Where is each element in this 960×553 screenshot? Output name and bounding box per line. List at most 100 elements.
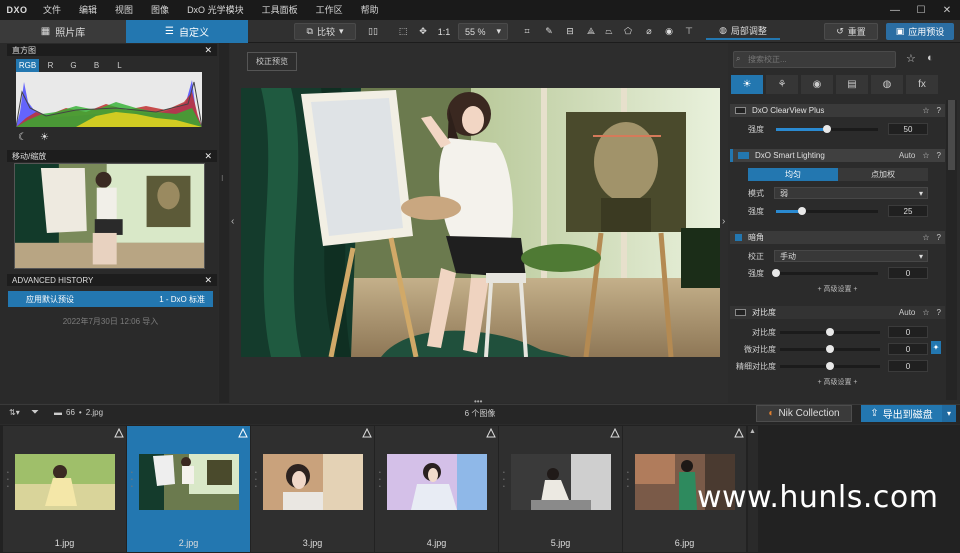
right-scroll-thumb[interactable] xyxy=(948,100,955,170)
smart-lighting-intensity-value[interactable]: 25 xyxy=(888,205,928,217)
tab-spot-weighted[interactable]: 点加权 xyxy=(838,168,928,181)
minimize-icon[interactable]: — xyxy=(882,0,908,20)
contrast-header[interactable]: 对比度 Auto ☆? xyxy=(730,306,945,319)
contrast-value[interactable]: 0 xyxy=(888,326,928,338)
star-icon[interactable]: ☆ xyxy=(922,233,929,242)
rating-stars[interactable]: • • • xyxy=(255,470,257,491)
rating-stars[interactable]: • • • xyxy=(503,470,505,491)
navigator-thumbnail[interactable] xyxy=(14,163,205,269)
auto-wand-icon[interactable]: ✦ xyxy=(931,341,941,354)
apply-preset-button[interactable]: ▣ 应用预设 xyxy=(886,23,954,40)
vignetting-toggle[interactable] xyxy=(735,234,742,241)
horizon-icon[interactable]: ⊟ xyxy=(560,23,580,40)
menu-tool-panels[interactable]: 工具面板 xyxy=(253,0,307,20)
vignetting-intensity-value[interactable]: 0 xyxy=(888,267,928,279)
smart-lighting-toggle[interactable] xyxy=(738,152,749,159)
contrast-advanced-link[interactable]: + 高级设置 + xyxy=(730,377,945,387)
hist-tab-r[interactable]: R xyxy=(39,59,62,72)
clearview-header[interactable]: DxO ClearView Plus ☆? xyxy=(730,104,945,117)
left-scrollbar[interactable] xyxy=(219,43,229,403)
contrast-slider[interactable] xyxy=(780,328,880,336)
compare-button[interactable]: ⧉ 比较 ▾ xyxy=(294,23,356,40)
move-icon[interactable]: ✥ xyxy=(414,23,432,40)
hist-tab-b[interactable]: B xyxy=(85,59,108,72)
history-item[interactable]: 应用默认预设 1 - DxO 标准 xyxy=(8,291,213,307)
collapse-right-icon[interactable]: › xyxy=(722,216,725,227)
vignetting-header[interactable]: 暗角 ☆? xyxy=(730,231,945,244)
rating-stars[interactable]: • • • xyxy=(7,470,9,491)
drag-handle-icon[interactable]: ••• xyxy=(474,397,482,406)
rating-stars[interactable]: • • • xyxy=(627,470,629,491)
menu-view[interactable]: 视图 xyxy=(106,0,142,20)
hist-tab-l[interactable]: L xyxy=(108,59,131,72)
category-geometry-icon[interactable]: ▤ xyxy=(836,75,868,94)
vignetting-advanced-link[interactable]: + 高级设置 + xyxy=(730,284,945,294)
tab-library[interactable]: ▦ 照片库 xyxy=(0,20,126,43)
menu-file[interactable]: 文件 xyxy=(34,0,70,20)
hist-tab-g[interactable]: G xyxy=(62,59,85,72)
close-icon[interactable]: ✕ xyxy=(934,0,960,20)
eyedropper-icon[interactable]: ✎ xyxy=(540,23,558,40)
panel-grip-icon[interactable]: ⁝ xyxy=(221,174,224,183)
maximize-icon[interactable]: ☐ xyxy=(908,0,934,20)
eye-icon[interactable]: ◉ xyxy=(660,23,678,40)
filter-icon[interactable]: ⏷ xyxy=(31,407,39,418)
filmstrip-item[interactable]: • • • 5.jpg xyxy=(499,426,622,552)
smart-lighting-mode-select[interactable]: 弱 ▾ xyxy=(774,187,928,199)
crop-icon[interactable]: ⌗ xyxy=(518,23,536,40)
filmstrip-item[interactable]: • • • 1.jpg xyxy=(3,426,126,552)
fine-contrast-slider[interactable] xyxy=(780,362,880,370)
smart-lighting-intensity-slider[interactable] xyxy=(776,207,878,215)
star-icon[interactable]: ☆ xyxy=(906,52,916,65)
close-icon[interactable]: ✕ xyxy=(204,275,212,286)
repair-icon[interactable]: ⌀ xyxy=(640,23,658,40)
correction-preview-button[interactable]: 校正预览 xyxy=(247,52,297,71)
micro-contrast-slider[interactable] xyxy=(780,345,880,353)
help-icon[interactable]: ? xyxy=(937,151,941,160)
zoom-select[interactable]: 55 % ▾ xyxy=(458,23,508,40)
tab-uniform[interactable]: 均匀 xyxy=(748,168,838,181)
scroll-up-icon[interactable]: ▲ xyxy=(749,428,756,435)
menu-edit[interactable]: 编辑 xyxy=(70,0,106,20)
one-to-one-button[interactable]: 1:1 xyxy=(434,23,454,40)
moon-icon[interactable]: ☾ xyxy=(18,132,27,143)
micro-contrast-value[interactable]: 0 xyxy=(888,343,928,355)
filmstrip-item-selected[interactable]: • • • 2.jpg xyxy=(127,426,250,552)
vignetting-intensity-slider[interactable] xyxy=(772,269,878,277)
sort-icon[interactable]: ⇅▾ xyxy=(9,408,20,417)
close-icon[interactable]: ✕ xyxy=(204,45,212,56)
clearview-intensity-slider[interactable] xyxy=(776,125,878,133)
clearview-intensity-value[interactable]: 50 xyxy=(888,123,928,135)
star-icon[interactable]: ☆ xyxy=(922,151,929,160)
star-icon[interactable]: ☆ xyxy=(922,106,929,115)
category-light-icon[interactable]: ☀ xyxy=(731,75,763,94)
rating-stars[interactable]: • • • xyxy=(131,470,133,491)
tab-customize[interactable]: ☰ 自定义 xyxy=(126,20,248,43)
fit-icon[interactable]: ⬚ xyxy=(394,23,412,40)
reset-button[interactable]: ↺ 重置 xyxy=(824,23,878,40)
perspective-rect-icon[interactable]: ⏢ xyxy=(600,23,618,40)
category-detail-icon[interactable]: ◉ xyxy=(801,75,833,94)
menu-image[interactable]: 图像 xyxy=(142,0,178,20)
filmstrip-item[interactable]: • • • 4.jpg xyxy=(375,426,498,552)
menu-optics[interactable]: DxO 光学模块 xyxy=(178,0,253,20)
clearview-toggle[interactable] xyxy=(735,107,746,114)
vignetting-correction-select[interactable]: 手动 ▾ xyxy=(774,250,928,262)
toggle-icon[interactable]: ◐ xyxy=(927,52,934,64)
help-icon[interactable]: ? xyxy=(937,233,941,242)
menu-help[interactable]: 帮助 xyxy=(352,0,388,20)
help-icon[interactable]: ? xyxy=(937,308,941,317)
mask-icon[interactable]: ⊤ xyxy=(680,23,698,40)
perspective-free-icon[interactable]: ⬠ xyxy=(619,23,637,40)
chevron-down-icon[interactable]: ▾ xyxy=(942,405,956,422)
category-color-icon[interactable]: ⚘ xyxy=(766,75,798,94)
nik-collection-button[interactable]: ◐ Nik Collection xyxy=(756,405,852,422)
smart-lighting-header[interactable]: DxO Smart Lighting Auto ☆? xyxy=(730,149,945,162)
rating-stars[interactable]: • • • xyxy=(379,470,381,491)
collapse-left-icon[interactable]: ‹ xyxy=(231,216,234,227)
sun-icon[interactable]: ☀ xyxy=(40,132,49,143)
hist-tab-rgb[interactable]: RGB xyxy=(16,59,39,72)
local-adjust-button[interactable]: ◍ 局部调整 xyxy=(706,23,780,40)
star-icon[interactable]: ☆ xyxy=(922,308,929,317)
category-fx-icon[interactable]: fx xyxy=(906,75,938,94)
